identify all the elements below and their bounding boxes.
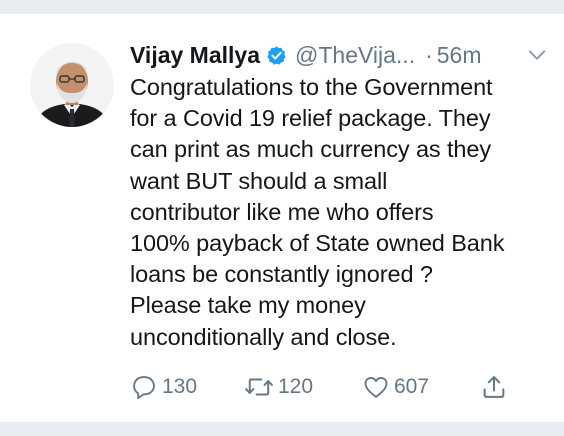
tweet-text-line: Please take my money — [130, 292, 366, 319]
tweet-actions: 130 120 607 — [130, 372, 510, 402]
tweet-text-line: loans be constantly ignored ? — [130, 261, 433, 288]
tweet-text-line: 100% payback of State owned Bank — [130, 230, 505, 257]
reply-count: 130 — [162, 375, 198, 398]
tweet-text: Congratulations to the Government for a … — [130, 72, 554, 353]
avatar-image — [30, 43, 114, 127]
avatar[interactable] — [30, 43, 114, 127]
heart-icon — [364, 376, 388, 398]
tweet-text-line: unconditionally and close. — [130, 323, 397, 350]
tweet-text-line: Congratulations to the Government — [130, 74, 493, 100]
share-button[interactable] — [480, 372, 512, 402]
top-divider — [0, 0, 564, 14]
like-count: 607 — [394, 375, 430, 398]
tweet-card[interactable]: Vijay Mallya @TheVija... · 56m Congratul… — [0, 14, 564, 422]
retweet-button[interactable]: 120 — [244, 372, 313, 402]
reply-icon — [133, 376, 155, 400]
reply-button[interactable]: 130 — [130, 372, 197, 402]
tweet-text-line: want BUT should a small — [130, 167, 388, 194]
tweet-timestamp[interactable]: 56m — [437, 40, 482, 70]
share-icon — [483, 376, 505, 398]
chevron-down-icon[interactable] — [526, 44, 548, 66]
retweet-icon — [245, 378, 273, 396]
tweet-text-line: can print as much currency as they — [130, 136, 492, 163]
verified-badge-icon — [267, 45, 286, 65]
author-display-name[interactable]: Vijay Mallya — [130, 40, 260, 70]
author-handle[interactable]: @TheVija... — [295, 40, 415, 70]
tweet-text-line: for a Covid 19 relief package. They — [130, 105, 491, 132]
bottom-divider — [0, 422, 564, 436]
header-separator: · — [425, 42, 433, 68]
tweet-text-line: contributor like me who offers — [130, 198, 434, 225]
like-button[interactable]: 607 — [362, 372, 429, 402]
tweet-header: Vijay Mallya @TheVija... · 56m — [130, 40, 482, 70]
retweet-count: 120 — [278, 375, 314, 398]
